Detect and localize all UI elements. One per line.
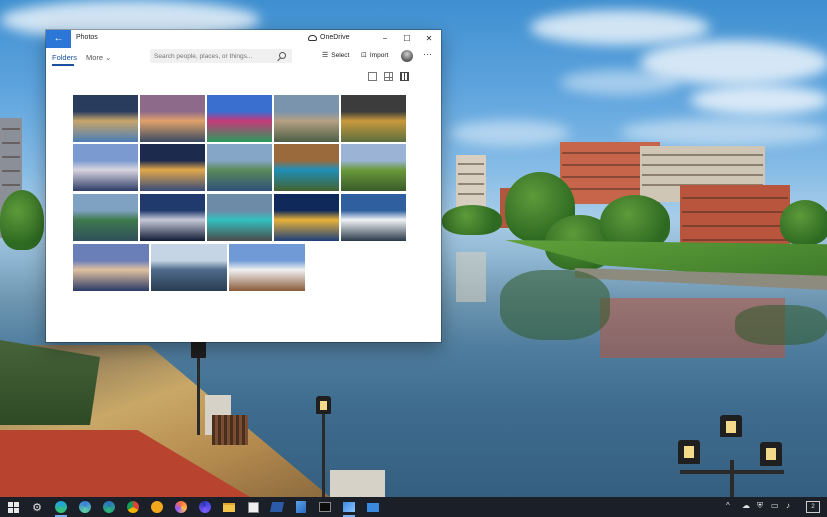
tray-chevron-icon[interactable]: ^ [726, 501, 730, 510]
settings-icon[interactable]: ⚙ [30, 500, 44, 514]
view-medium-icon[interactable] [384, 72, 393, 81]
tab-folders[interactable]: Folders [52, 53, 77, 62]
back-arrow-icon[interactable]: ← [46, 30, 71, 48]
cloud [690, 85, 827, 115]
lamp-glow [320, 401, 327, 410]
chrome-canary-icon[interactable] [150, 500, 164, 514]
view-size-toggles [368, 72, 409, 81]
reflection [456, 252, 486, 302]
taskbar: ⚙ ^ ☁ ⛨ ▭ ♪ 2 [0, 497, 827, 517]
select-list-icon: ☰ [322, 52, 329, 59]
photo-thumbnail-mountain-river[interactable] [73, 194, 138, 241]
lamp-glow [766, 448, 776, 460]
photo-thumbnail-tv-tower-night[interactable] [140, 194, 205, 241]
onedrive-label: OneDrive [320, 34, 350, 41]
select-button[interactable]: ☰ Select [322, 51, 350, 60]
photo-thumbnail-golden-pagoda[interactable] [274, 194, 339, 241]
photo-thumbnail-blue-lake-canyon[interactable] [274, 144, 339, 191]
cloud [560, 70, 680, 95]
lamp-glow [726, 421, 736, 433]
photo-thumbnail-sunset-city[interactable] [140, 95, 205, 142]
photo-thumbnail-kremlin-river[interactable] [73, 244, 149, 291]
import-label: Import [369, 51, 389, 59]
firefox-icon[interactable] [174, 500, 188, 514]
edge-icon[interactable] [54, 500, 68, 517]
search-icon[interactable] [279, 52, 286, 59]
terminal-icon[interactable] [318, 500, 332, 514]
lamp-post [730, 460, 734, 497]
start-icon[interactable] [7, 501, 19, 513]
view-small-icon[interactable] [400, 72, 409, 81]
tree [442, 205, 502, 235]
minimize-button[interactable]: − [374, 30, 396, 48]
network-icon[interactable]: ▭ [771, 501, 779, 510]
import-icon: ⊡ [361, 52, 367, 59]
photos-icon[interactable] [342, 500, 356, 517]
notification-icon[interactable]: 2 [806, 501, 820, 513]
cloud [450, 120, 570, 146]
photo-thumbnail-circus-dome[interactable] [207, 95, 272, 142]
title-bar: ← Photos OneDrive − ☐ ✕ [46, 30, 441, 48]
photo-thumbnail-skyline-water[interactable] [151, 244, 227, 291]
defender-tray-icon[interactable]: ⛨ [757, 501, 763, 511]
powershell-icon[interactable] [269, 500, 285, 514]
more-dots-icon[interactable]: ··· [423, 49, 432, 59]
photo-thumbnail-stormy-mountains[interactable] [341, 95, 406, 142]
maximize-button[interactable]: ☐ [396, 30, 418, 48]
chrome-icon[interactable] [126, 500, 140, 514]
tab-active-indicator [52, 64, 74, 66]
photo-thumbnail-alpine-village[interactable] [229, 244, 305, 291]
store-icon[interactable] [246, 500, 260, 514]
onedrive-button[interactable]: OneDrive [308, 34, 350, 41]
photo-thumbnail-lit-arch-night[interactable] [140, 144, 205, 191]
cloud [530, 10, 710, 45]
tab-more[interactable]: More ⌄ [86, 53, 111, 62]
tree [0, 190, 44, 250]
lamp-post [197, 355, 200, 435]
photo-thumbnail-crater-lake[interactable] [207, 194, 272, 241]
photo-thumbnail-lake-city[interactable] [207, 144, 272, 191]
import-button[interactable]: ⊡ Import [361, 51, 389, 60]
photo-thumbnail-snowy-peaks[interactable] [341, 194, 406, 241]
app-title: Photos [76, 34, 98, 41]
photos-window: ← Photos OneDrive − ☐ ✕ Folders More ⌄ ☰… [46, 30, 441, 342]
photo-thumbnail-river-bridge-dusk[interactable] [73, 144, 138, 191]
reflection [735, 305, 827, 345]
railing-pillar [330, 470, 385, 497]
lamp-post [322, 410, 325, 497]
select-label: Select [331, 51, 350, 59]
edge-dev-icon[interactable] [102, 500, 116, 514]
view-large-icon[interactable] [368, 72, 377, 81]
search-input[interactable] [154, 49, 274, 63]
tree [780, 200, 827, 245]
bench [212, 415, 248, 445]
photo-thumbnail-green-valley[interactable] [341, 144, 406, 191]
close-button[interactable]: ✕ [418, 30, 440, 48]
lamp [191, 340, 206, 358]
command-bar: Folders More ⌄ ☰ Select ⊡ Import ··· [46, 48, 441, 72]
maps-icon[interactable] [294, 500, 308, 514]
onedrive-tray-icon[interactable]: ☁ [742, 501, 750, 510]
mail-icon[interactable] [366, 500, 380, 514]
avatar-icon[interactable] [401, 50, 413, 62]
edge-beta-icon[interactable] [78, 500, 92, 514]
lamp-glow [684, 446, 694, 458]
photo-thumbnail-fountain-palace[interactable] [73, 95, 138, 142]
reflection [500, 270, 610, 340]
lamp-bracket [680, 470, 784, 474]
volume-icon[interactable]: ♪ [786, 501, 790, 510]
cloud-icon [308, 34, 317, 41]
photo-thumbnail-hilltop-town[interactable] [274, 95, 339, 142]
file-explorer-icon[interactable] [222, 500, 236, 514]
firefox-nightly-icon[interactable] [198, 500, 212, 514]
search-box[interactable] [150, 49, 292, 63]
